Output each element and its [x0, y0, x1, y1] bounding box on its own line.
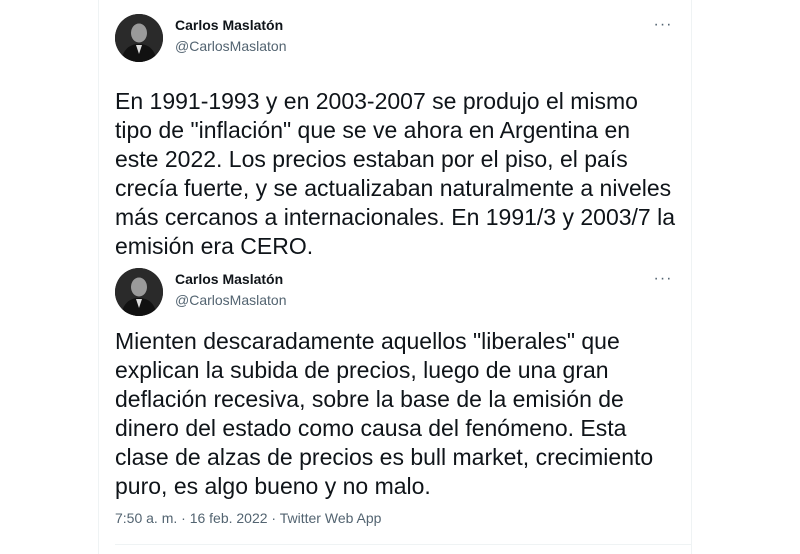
- author-name[interactable]: Carlos Maslatón: [175, 271, 283, 287]
- tweet-text-line: crecía fuerte, y se actualizaban natural…: [115, 175, 672, 201]
- author-handle[interactable]: @CarlosMaslaton: [175, 292, 286, 308]
- tweet-text: Mienten descaradamente aquellos "liberal…: [115, 327, 685, 501]
- author-name[interactable]: Carlos Maslatón: [175, 17, 283, 33]
- tweet-source-link[interactable]: Twitter Web App: [280, 510, 382, 526]
- author-handle[interactable]: @CarlosMaslaton: [175, 38, 286, 54]
- screenshot-canvas: Carlos Maslatón @CarlosMaslaton ··· En 1…: [0, 0, 800, 554]
- tweet-text-line: deflación recesiva, sobre la base de la …: [115, 386, 624, 412]
- more-options-icon[interactable]: ···: [653, 271, 673, 290]
- tweet-thread-card: Carlos Maslatón @CarlosMaslaton ··· En 1…: [98, 0, 692, 554]
- avatar[interactable]: [115, 268, 163, 316]
- tweet-text-line: emisión era CERO.: [115, 233, 314, 259]
- tweet-text: En 1991-1993 y en 2003-2007 se produjo e…: [115, 87, 685, 261]
- tweet-text-line: Mienten descaradamente aquellos "liberal…: [115, 328, 620, 354]
- tweet-text-line: tipo de "inflación" que se ve ahora en A…: [115, 117, 631, 143]
- tweet-timestamp[interactable]: 7:50 a. m. · 16 feb. 2022 ·: [115, 510, 280, 526]
- tweet-text-line: dinero del estado como causa del fenómen…: [115, 415, 627, 441]
- tweet-text-line: este 2022. Los precios estaban por el pi…: [115, 146, 628, 172]
- more-options-icon[interactable]: ···: [653, 17, 673, 36]
- tweet-text-line: explican la subida de precios, luego de …: [115, 357, 609, 383]
- avatar[interactable]: [115, 14, 163, 62]
- tweet-text-line: clase de alzas de precios es bull market…: [115, 444, 654, 470]
- profile-photo-icon: [115, 14, 163, 62]
- tweet-text-line: puro, es algo bueno y no malo.: [115, 473, 431, 499]
- divider: [115, 544, 691, 545]
- tweet-text-line: más cercanos a internacionales. En 1991/…: [115, 204, 676, 230]
- tweet-metadata: 7:50 a. m. · 16 feb. 2022 · Twitter Web …: [115, 510, 381, 526]
- tweet-text-line: En 1991-1993 y en 2003-2007 se produjo e…: [115, 88, 638, 114]
- profile-photo-icon: [115, 268, 163, 316]
